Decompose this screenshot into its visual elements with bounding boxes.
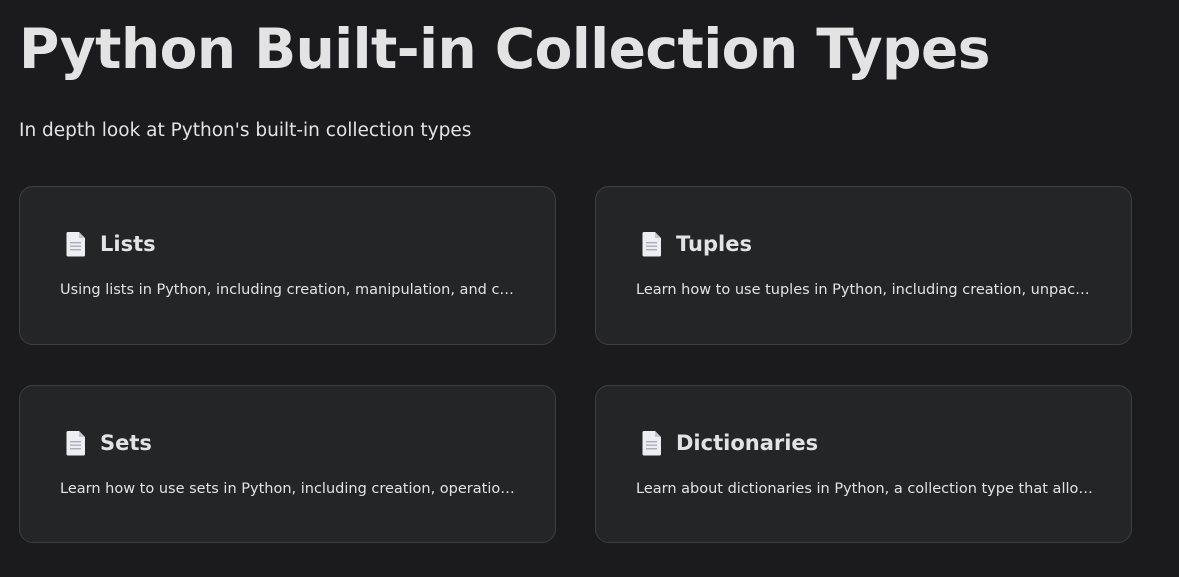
- card-description: Using lists in Python, including creatio…: [60, 282, 520, 298]
- card-header: Dictionaries: [641, 428, 818, 458]
- document-icon: [65, 231, 87, 257]
- card-sets[interactable]: Sets Learn how to use sets in Python, in…: [19, 385, 556, 543]
- card-dictionaries[interactable]: Dictionaries Learn about dictionaries in…: [595, 385, 1132, 543]
- card-title: Lists: [100, 232, 156, 256]
- card-lists[interactable]: Lists Using lists in Python, including c…: [19, 186, 556, 345]
- card-title: Dictionaries: [676, 431, 819, 455]
- document-icon: [641, 430, 663, 456]
- page: Python Built-in Collection Types In dept…: [0, 0, 1179, 577]
- document-icon: [65, 430, 87, 456]
- card-tuples[interactable]: Tuples Learn how to use tuples in Python…: [595, 186, 1132, 345]
- card-title: Sets: [100, 431, 152, 455]
- card-title: Tuples: [676, 232, 752, 256]
- card-header: Tuples: [641, 229, 752, 259]
- page-subtitle: In depth look at Python's built-in colle…: [19, 120, 472, 141]
- card-description: Learn how to use sets in Python, includi…: [60, 481, 520, 497]
- page-title: Python Built-in Collection Types: [19, 17, 991, 81]
- card-description: Learn how to use tuples in Python, inclu…: [636, 282, 1096, 298]
- card-description: Learn about dictionaries in Python, a co…: [636, 481, 1096, 497]
- document-icon: [641, 231, 663, 257]
- card-header: Sets: [65, 428, 152, 458]
- card-header: Lists: [65, 229, 156, 259]
